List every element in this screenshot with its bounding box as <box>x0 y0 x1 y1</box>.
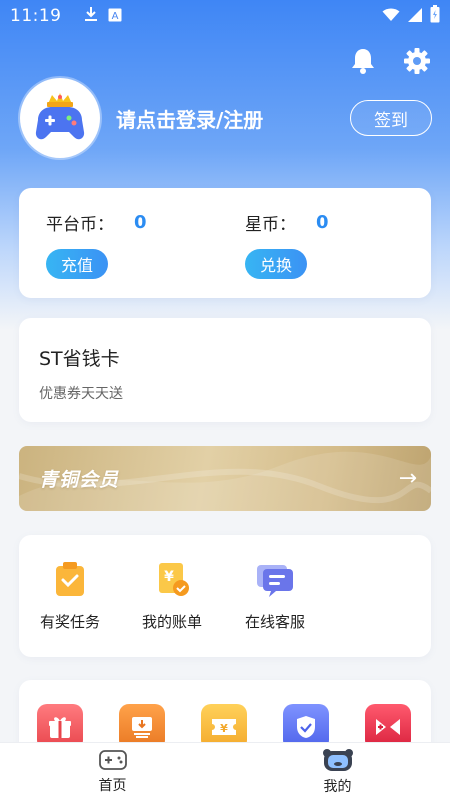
avatar[interactable] <box>20 78 100 158</box>
settings-gear-icon[interactable] <box>402 46 432 76</box>
platform-coin-value: 0 <box>134 212 147 233</box>
task-clipboard-icon <box>56 562 84 596</box>
service-label: 在线客服 <box>244 613 305 631</box>
svg-text:¥: ¥ <box>164 569 174 585</box>
login-register-link[interactable]: 请点击登录/注册 <box>116 104 263 133</box>
star-coin-value: 0 <box>316 212 329 233</box>
savings-card-title: ST省钱卡 <box>39 348 120 370</box>
gamepad-icon <box>98 749 127 770</box>
tab-label: 首页 <box>98 777 127 794</box>
star-coin-section: 星币： 0 兑换 <box>245 210 329 279</box>
tab-label: 我的 <box>323 778 352 795</box>
profile-face-icon <box>322 748 353 771</box>
chat-icon <box>257 565 293 597</box>
svg-text:¥: ¥ <box>220 722 228 735</box>
services-card: 有奖任务 ¥ 我的账单 在线客服 <box>19 535 431 657</box>
bottom-tab-bar: 首页 我的 <box>0 742 450 800</box>
vip-membership-banner[interactable]: 青铜会员 → <box>19 446 431 511</box>
keyboard-status-icon: A <box>108 7 122 26</box>
svg-text:A: A <box>111 11 118 22</box>
wifi-icon <box>382 7 400 26</box>
tab-mine[interactable]: 我的 <box>225 743 450 800</box>
profile-header: 请点击登录/注册 签到 <box>20 78 432 158</box>
signin-button[interactable]: 签到 <box>350 100 432 136</box>
battery-icon <box>430 5 440 27</box>
platform-coin-section: 平台币： 0 充值 <box>46 210 147 279</box>
vip-level-name: 青铜会员 <box>39 469 120 491</box>
download-status-icon <box>84 6 98 26</box>
service-my-bills[interactable]: ¥ 我的账单 <box>127 559 217 632</box>
savings-card-subtitle: 优惠券天天送 <box>39 386 123 402</box>
gamepad-crown-avatar-icon <box>35 93 85 140</box>
platform-coin-label: 平台币： <box>46 215 114 235</box>
star-coin-label: 星币： <box>245 215 296 235</box>
exchange-button[interactable]: 兑换 <box>245 249 307 279</box>
status-time: 11:19 <box>10 6 62 26</box>
service-rewards-tasks[interactable]: 有奖任务 <box>25 559 115 632</box>
arrow-right-icon: → <box>398 466 417 491</box>
service-label: 有奖任务 <box>39 613 100 631</box>
tab-home[interactable]: 首页 <box>0 743 225 800</box>
service-label: 我的账单 <box>141 613 202 631</box>
savings-card[interactable]: ST省钱卡 优惠券天天送 <box>19 318 431 422</box>
service-online-support[interactable]: 在线客服 <box>230 559 320 632</box>
recharge-button[interactable]: 充值 <box>46 249 108 279</box>
notification-bell-icon[interactable] <box>348 46 378 76</box>
wallet-card: 平台币： 0 充值 星币： 0 兑换 <box>19 188 431 298</box>
signal-icon <box>408 7 422 26</box>
status-bar: 11:19 A <box>0 0 450 32</box>
bill-icon: ¥ <box>159 563 189 596</box>
